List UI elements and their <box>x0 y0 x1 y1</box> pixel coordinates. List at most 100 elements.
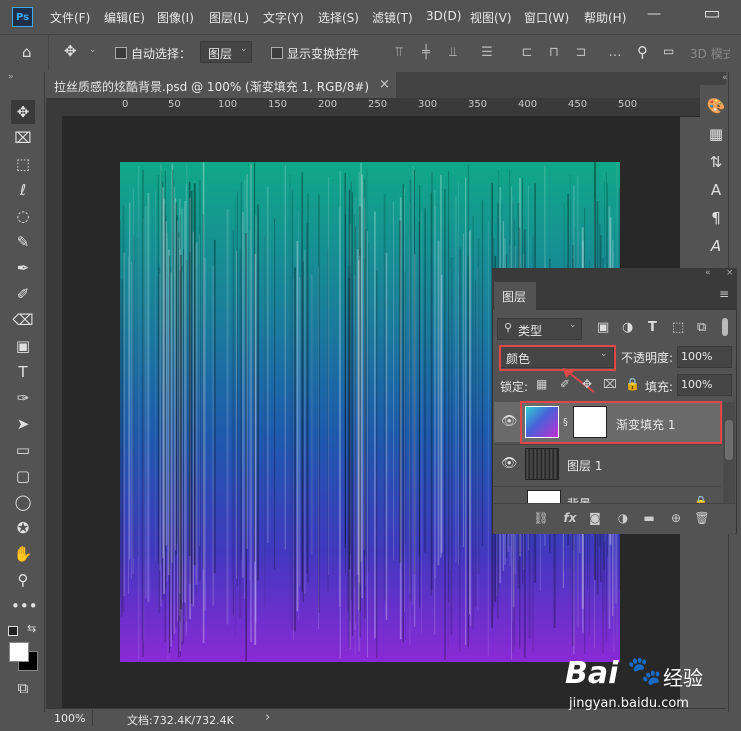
lock-position-icon[interactable]: ✥ <box>582 377 592 391</box>
type-tool-icon[interactable]: T <box>11 360 35 384</box>
align-hcenter-icon[interactable]: ⊓ <box>547 46 561 60</box>
path-select-tool-icon[interactable]: ➤ <box>11 412 35 436</box>
layer-row-background[interactable]: 背景 🔒 <box>494 486 721 504</box>
filter-type-icon[interactable]: T <box>648 320 657 335</box>
menu-layer[interactable]: 图层(L) <box>209 9 249 26</box>
menu-edit[interactable]: 编辑(E) <box>104 9 145 26</box>
screen-mode-icon[interactable]: ⧉ <box>11 676 35 700</box>
new-layer-icon[interactable]: ⊕ <box>668 510 684 526</box>
eraser-tool-icon[interactable]: ⌫ <box>11 308 35 332</box>
menu-filter[interactable]: 滤镜(T) <box>372 9 413 26</box>
quick-select-tool-icon[interactable]: ◌ <box>11 204 35 228</box>
layer-name: 渐变填充 1 <box>616 418 676 432</box>
filter-smart-icon[interactable]: ⧉ <box>697 320 706 335</box>
hand-tool-icon[interactable]: ✋ <box>11 542 35 566</box>
more-options-icon[interactable]: … <box>608 46 622 60</box>
chevron-down-icon[interactable]: ⌄ <box>89 45 97 55</box>
link-chain-icon[interactable]: § <box>563 417 568 428</box>
artboard-tool-icon[interactable]: ⌧ <box>11 126 35 150</box>
panel-menu-icon[interactable]: ≡ <box>719 287 729 301</box>
menu-help[interactable]: 帮助(H) <box>584 9 626 26</box>
default-colors-icon[interactable] <box>8 626 18 636</box>
rectangle-tool-icon[interactable]: ▭ <box>11 438 35 462</box>
align-right-icon[interactable]: ⊐ <box>574 46 588 60</box>
color-palette-icon[interactable]: 🎨 <box>706 96 726 116</box>
show-transform-checkbox[interactable] <box>271 47 283 59</box>
gradient-fill-thumbnail[interactable] <box>525 406 559 438</box>
new-adjustment-icon[interactable]: ◑ <box>615 510 631 526</box>
lock-transparency-icon[interactable]: ▦ <box>536 377 547 391</box>
ruler-tick-label: 100 <box>218 99 238 110</box>
link-layers-icon[interactable]: ⛓ <box>533 510 549 526</box>
glyphs-icon[interactable]: A <box>706 236 726 256</box>
layer-thumbnail[interactable] <box>527 490 561 504</box>
swatches-grid-icon[interactable]: ▦ <box>706 124 726 144</box>
rounded-rect-tool-icon[interactable]: ▢ <box>11 464 35 488</box>
workspace-icon[interactable]: ▭ <box>663 44 674 58</box>
eyedropper-tool-icon[interactable]: ✒ <box>11 256 35 280</box>
pen-tool-icon[interactable]: ✑ <box>11 386 35 410</box>
gradient-tool-icon[interactable]: ▣ <box>11 334 35 358</box>
ruler-tick-label: 250 <box>368 99 388 110</box>
menu-3d[interactable]: 3D(D) <box>426 9 461 23</box>
zoom-level[interactable]: 100% <box>54 712 85 725</box>
menu-window[interactable]: 窗口(W) <box>524 9 569 26</box>
lock-all-icon[interactable]: 🔒 <box>625 377 640 391</box>
menu-type[interactable]: 文字(Y) <box>263 9 304 26</box>
move-tool-icon[interactable]: ✥ <box>11 100 35 124</box>
close-panel-icon[interactable]: × <box>726 268 734 278</box>
status-menu-arrow[interactable]: › <box>265 710 270 725</box>
character-icon[interactable]: A <box>706 180 726 200</box>
collapse-panel-icon[interactable]: « <box>705 268 711 278</box>
distribute-icon[interactable]: ☰ <box>480 46 494 60</box>
watermark-suffix: 经验 <box>663 666 703 690</box>
filter-pixel-icon[interactable]: ▣ <box>597 320 609 335</box>
ruler-tick-label: 350 <box>468 99 488 110</box>
zoom-tool-icon[interactable]: ⚲ <box>11 568 35 592</box>
filter-adjust-icon[interactable]: ◑ <box>622 320 633 335</box>
filter-toggle[interactable] <box>722 318 728 336</box>
align-top-icon[interactable]: ⫪ <box>392 46 406 60</box>
brush-tool-icon[interactable]: ✐ <box>11 282 35 306</box>
fx-icon[interactable]: fx <box>562 510 578 526</box>
align-bottom-icon[interactable]: ⫫ <box>446 46 460 60</box>
align-vcenter-icon[interactable]: ╪ <box>419 46 433 60</box>
menu-view[interactable]: 视图(V) <box>470 9 512 26</box>
collapse-toolbar-icon[interactable]: » <box>8 72 14 82</box>
more-tools-icon[interactable]: ••• <box>11 594 38 618</box>
crop-tool-icon[interactable]: ✎ <box>11 230 35 254</box>
visibility-eye-icon[interactable]: 👁 <box>501 456 518 471</box>
layer-name: 图层 1 <box>567 459 603 473</box>
home-icon[interactable]: ⌂ <box>22 43 32 61</box>
menu-select[interactable]: 选择(S) <box>318 9 359 26</box>
add-mask-icon[interactable]: ◙ <box>587 510 603 526</box>
menu-image[interactable]: 图像(I) <box>157 9 194 26</box>
menu-file[interactable]: 文件(F) <box>50 9 90 26</box>
close-tab-icon[interactable]: × <box>379 77 390 92</box>
delete-layer-icon[interactable]: 🗑 <box>694 510 710 526</box>
new-group-icon[interactable]: ▬ <box>641 510 657 526</box>
search-icon[interactable]: ⚲ <box>637 43 648 61</box>
watermark-url: jingyan.baidu.com <box>569 696 689 711</box>
auto-select-checkbox[interactable] <box>115 47 127 59</box>
align-left-icon[interactable]: ⊏ <box>520 46 534 60</box>
visibility-eye-icon[interactable]: 👁 <box>501 414 518 429</box>
custom-shape-tool-icon[interactable]: ✪ <box>11 516 35 540</box>
filter-shape-icon[interactable]: ⬚ <box>672 320 684 335</box>
lasso-tool-icon[interactable]: ℓ <box>11 178 35 202</box>
marquee-tool-icon[interactable]: ⬚ <box>11 152 35 176</box>
adjustments-icon[interactable]: ⇅ <box>706 152 726 172</box>
restore-button[interactable]: ▭ <box>694 0 730 30</box>
swap-colors-icon[interactable]: ⇆ <box>27 622 36 635</box>
minimize-button[interactable]: — <box>636 0 672 30</box>
layer-thumbnail[interactable] <box>525 448 559 480</box>
collapse-right-icon[interactable]: « <box>722 73 728 83</box>
scrollbar-thumb[interactable] <box>725 420 733 460</box>
ellipse-tool-icon[interactable]: ◯ <box>11 490 35 514</box>
layer-mask-thumbnail[interactable] <box>573 406 607 438</box>
move-tool-icon[interactable]: ✥ <box>64 42 77 60</box>
lock-pixels-icon[interactable]: ✐ <box>560 377 570 391</box>
lock-artboard-icon[interactable]: ⌧ <box>603 377 617 391</box>
foreground-color-swatch[interactable] <box>9 642 29 662</box>
paragraph-icon[interactable]: ¶ <box>706 208 726 228</box>
